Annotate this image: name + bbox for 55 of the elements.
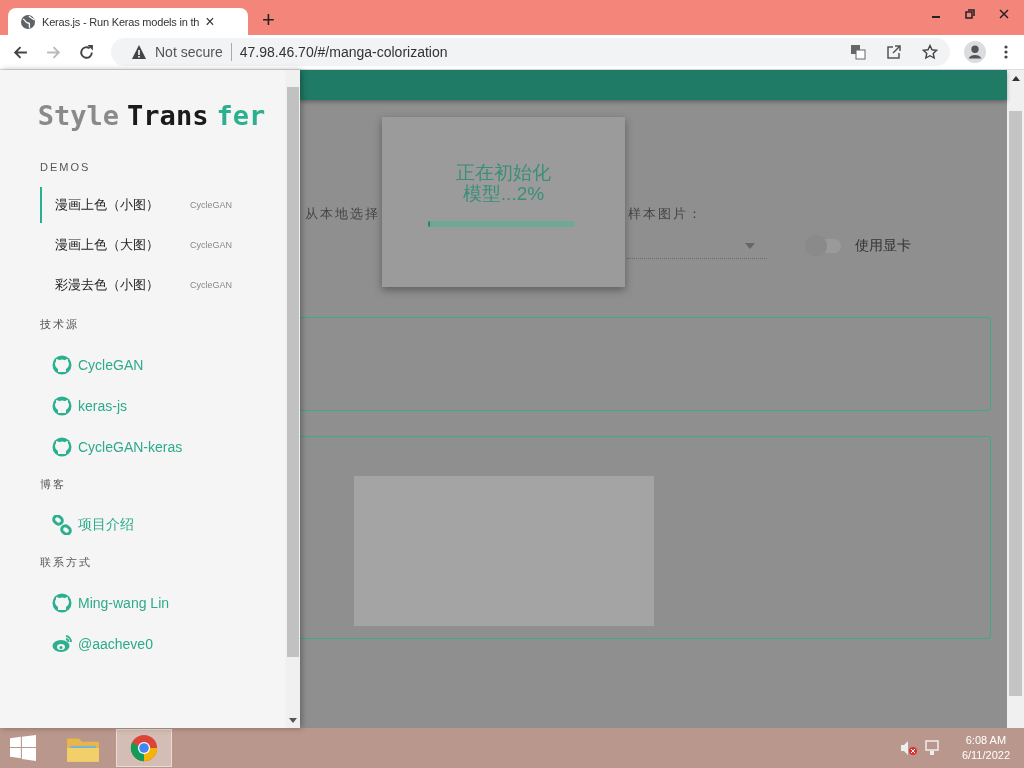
github-icon [52, 354, 72, 375]
file-label: 从本地选择 [305, 205, 380, 223]
logo: Style Trans fer [36, 100, 267, 133]
section-heading: 技术源 [40, 317, 80, 332]
link-icon [52, 514, 72, 535]
link-item[interactable]: Ming-wang Lin [52, 582, 285, 623]
scroll-up-icon[interactable] [1011, 75, 1020, 81]
loading-message: 正在初始化 [456, 161, 551, 183]
github-icon [52, 436, 72, 457]
github-icon [52, 395, 72, 416]
menu-icon[interactable] [1004, 44, 1008, 60]
security-label: Not secure [155, 44, 223, 60]
demo-item[interactable]: 漫画上色（大图） CycleGAN [40, 227, 285, 263]
address-bar[interactable]: Not secure 47.98.46.70/#/manga-colorization [111, 38, 950, 66]
reload-icon[interactable] [78, 43, 95, 61]
scrollbar[interactable] [285, 70, 300, 728]
model-tag: CycleGAN [190, 240, 232, 250]
close-tab-button[interactable]: × [205, 13, 215, 30]
demo-item[interactable]: 彩漫去色（小图） CycleGAN [40, 267, 285, 303]
profile-icon[interactable] [964, 41, 986, 63]
loading-progress-text: 模型...2% [462, 183, 545, 205]
toggle-label: 使用显卡 [855, 237, 911, 255]
link-item[interactable]: 项目介绍 [52, 504, 285, 545]
restore-icon[interactable] [964, 8, 976, 20]
scrollbar[interactable] [1007, 70, 1024, 728]
clock-date[interactable]: 6/11/2022 [961, 748, 1010, 763]
link-item[interactable]: keras-js [52, 385, 285, 426]
caret-icon [745, 242, 755, 249]
browser-tab[interactable]: Keras.js - Run Keras models in th × [8, 8, 248, 35]
section-heading: 联系方式 [40, 555, 93, 570]
new-tab-button[interactable]: + [262, 9, 275, 31]
github-icon [52, 592, 72, 613]
link-item[interactable]: CycleGAN [52, 344, 285, 385]
weibo-icon [52, 633, 72, 654]
link-item[interactable]: CycleGAN-keras [52, 426, 285, 467]
link-item[interactable]: @aacheve0 [52, 623, 285, 664]
model-tag: CycleGAN [190, 280, 232, 290]
close-icon[interactable] [998, 8, 1010, 20]
url-text: 47.98.46.70/#/manga-colorization [239, 44, 448, 60]
section-heading: 博客 [40, 477, 67, 492]
sample-label: 样本图片： [628, 205, 703, 223]
windows-start-icon[interactable] [10, 735, 36, 761]
tab-title: Keras.js - Run Keras models in th [42, 15, 200, 28]
taskbar-button[interactable] [116, 729, 172, 767]
section-heading: DEMOS [40, 160, 92, 175]
chrome-icon [130, 734, 158, 762]
globe-icon [20, 13, 36, 30]
clock-time[interactable]: 6:08 AM [965, 733, 1007, 748]
translate-icon[interactable] [850, 44, 866, 60]
star-icon[interactable] [922, 44, 938, 60]
model-tag: CycleGAN [190, 200, 232, 210]
scroll-down-icon[interactable] [288, 718, 297, 724]
muted-speaker-icon[interactable] [899, 740, 918, 756]
warning-icon [131, 44, 147, 60]
share-icon[interactable] [886, 44, 902, 60]
